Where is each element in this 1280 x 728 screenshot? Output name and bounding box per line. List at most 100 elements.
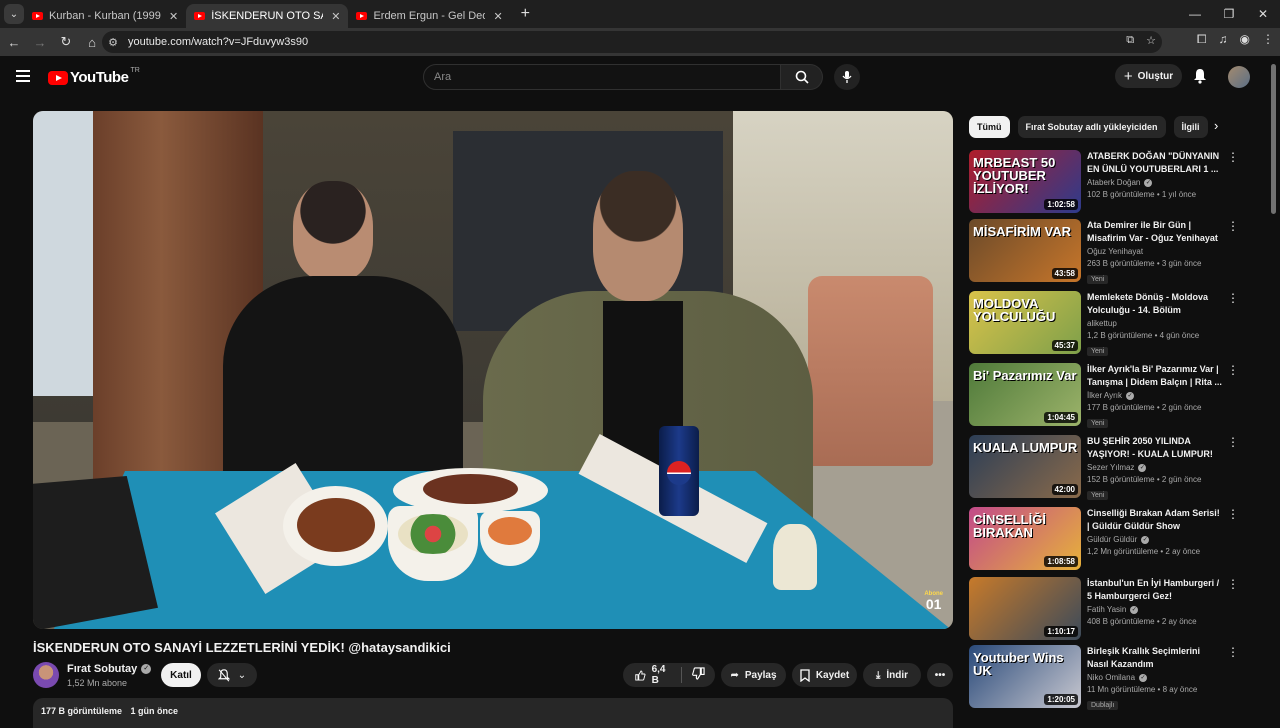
page-scrollbar[interactable] bbox=[1271, 64, 1276, 214]
chip-from-uploader[interactable]: Fırat Sobutay adlı yükleyiciden bbox=[1017, 116, 1166, 138]
like-button[interactable]: 6,4 B bbox=[623, 664, 682, 686]
browser-tab[interactable]: Kurban - Kurban (1999) 05 isteri ✕ bbox=[24, 4, 186, 28]
create-button[interactable]: + Oluştur bbox=[1115, 64, 1182, 88]
media-control-icon[interactable]: ♫ bbox=[1219, 32, 1228, 47]
reload-icon[interactable]: ↻ bbox=[54, 34, 78, 50]
address-bar[interactable]: ⚙ youtube.com/watch?v=JFduvyw3s90 ⧉ ☆ bbox=[102, 31, 1162, 53]
bookmark-icon bbox=[800, 668, 810, 682]
channel-name[interactable]: Fırat Sobutay bbox=[67, 663, 137, 675]
video-thumbnail[interactable]: CİNSELLİĞİ BIRAKAN 1:08:58 bbox=[969, 507, 1081, 570]
video-thumbnail[interactable]: MİSAFİRİM VAR 43:58 bbox=[969, 219, 1081, 282]
recommended-video[interactable]: CİNSELLİĞİ BIRAKAN 1:08:58 Cinselliği Bı… bbox=[969, 507, 1249, 571]
recommended-channel[interactable]: İlker Ayrık bbox=[1087, 391, 1122, 400]
video-player[interactable]: Abone 01 bbox=[33, 111, 953, 629]
recommended-video[interactable]: MOLDOVA YOLCULUĞU 45:37 Memlekete Dönüş … bbox=[969, 291, 1249, 356]
recommended-channel[interactable]: Ataberk Doğan bbox=[1087, 178, 1140, 187]
forward-icon[interactable]: → bbox=[28, 35, 52, 50]
recommended-channel[interactable]: Niko Omilana bbox=[1087, 673, 1135, 682]
close-tab-icon[interactable]: ✕ bbox=[493, 10, 502, 23]
notifications-button[interactable] bbox=[1193, 68, 1207, 89]
channel-avatar[interactable] bbox=[33, 662, 59, 688]
recommended-title[interactable]: Birleşik Krallık Seçimlerini Nasıl Kazan… bbox=[1087, 645, 1223, 671]
recommended-title[interactable]: ATABERK DOĞAN "DÜNYANIN EN ÜNLÜ YOUTUBER… bbox=[1087, 150, 1223, 176]
recommended-video[interactable]: MİSAFİRİM VAR 43:58 Ata Demirer ile Bir … bbox=[969, 219, 1249, 284]
dislike-button[interactable] bbox=[682, 667, 715, 683]
more-vertical-icon[interactable]: ⋮ bbox=[1227, 363, 1239, 377]
plus-icon: + bbox=[1123, 67, 1133, 85]
download-button[interactable]: ⤓ İndir bbox=[863, 663, 921, 687]
recommended-title[interactable]: Ata Demirer ile Bir Gün | Misafirim Var … bbox=[1087, 219, 1223, 245]
cast-icon[interactable]: ⧉ bbox=[1126, 34, 1134, 47]
recommended-video[interactable]: KUALA LUMPUR 42:00 BU ŞEHİR 2050 YILINDA… bbox=[969, 435, 1249, 500]
voice-search-button[interactable] bbox=[834, 64, 860, 90]
recommended-channel[interactable]: Fatih Yasin bbox=[1087, 605, 1126, 614]
video-thumbnail[interactable]: MOLDOVA YOLCULUĞU 45:37 bbox=[969, 291, 1081, 354]
recommended-video[interactable]: 1:10:17 İstanbul'un En İyi Hamburgeri / … bbox=[969, 577, 1249, 641]
save-button[interactable]: Kaydet bbox=[792, 663, 857, 687]
chip-all[interactable]: Tümü bbox=[969, 116, 1010, 138]
recommended-video[interactable]: Youtuber Wins UK 1:20:05 Birleşik Krallı… bbox=[969, 645, 1249, 710]
youtube-play-icon bbox=[48, 70, 68, 85]
close-window-icon[interactable]: ✕ bbox=[1246, 0, 1280, 28]
recommended-channel[interactable]: alikettup bbox=[1087, 319, 1117, 328]
recommended-title[interactable]: Cinselliği Bırakan Adam Serisi! | Güldür… bbox=[1087, 507, 1223, 533]
minimize-icon[interactable]: — bbox=[1178, 0, 1212, 28]
video-thumbnail[interactable]: 1:10:17 bbox=[969, 577, 1081, 640]
join-button[interactable]: Katıl bbox=[161, 663, 201, 687]
restore-icon[interactable]: ❐ bbox=[1212, 0, 1246, 28]
menu-icon[interactable] bbox=[16, 70, 30, 85]
more-vertical-icon[interactable]: ⋮ bbox=[1227, 577, 1239, 591]
video-info: İlker Ayrık'la Bi' Pazarımız Var | Tanış… bbox=[1087, 363, 1223, 430]
more-vertical-icon[interactable]: ⋮ bbox=[1227, 219, 1239, 233]
profile-icon[interactable]: ◉ bbox=[1240, 32, 1250, 47]
recommended-title[interactable]: İlker Ayrık'la Bi' Pazarımız Var | Tanış… bbox=[1087, 363, 1223, 389]
chip-related[interactable]: İlgili bbox=[1173, 116, 1208, 138]
browser-tab[interactable]: Erdem Ergun - Gel Dedim - You... ✕ bbox=[348, 4, 510, 28]
channel-name-row[interactable]: Fırat Sobutay ✓ bbox=[67, 663, 152, 675]
save-label: Kaydet bbox=[815, 669, 850, 681]
channel-watermark[interactable]: Abone 01 bbox=[924, 591, 943, 611]
bookmark-star-icon[interactable]: ☆ bbox=[1146, 34, 1156, 47]
description-box[interactable]: 177 B görüntüleme 1 gün önce bbox=[33, 698, 953, 728]
video-thumbnail[interactable]: MRBEAST 50 YOUTUBER İZLİYOR! 1:02:58 bbox=[969, 150, 1081, 213]
recommended-title[interactable]: Memlekete Dönüş - Moldova Yolculuğu - 14… bbox=[1087, 291, 1223, 317]
recommended-channel[interactable]: Güldür Güldür bbox=[1087, 535, 1137, 544]
youtube-logo[interactable]: YouTube TR bbox=[48, 67, 140, 86]
account-avatar[interactable] bbox=[1228, 66, 1250, 88]
video-info: İstanbul'un En İyi Hamburgeri / 5 Hambur… bbox=[1087, 577, 1223, 626]
recommended-video[interactable]: Bi' Pazarımız Var 1:04:45 İlker Ayrık'la… bbox=[969, 363, 1249, 430]
more-vertical-icon[interactable]: ⋮ bbox=[1227, 291, 1239, 305]
more-vertical-icon[interactable]: ⋮ bbox=[1227, 507, 1239, 521]
recommended-channel[interactable]: Oğuz Yenihayat bbox=[1087, 247, 1143, 256]
share-button[interactable]: ➦ Paylaş bbox=[721, 663, 786, 687]
close-tab-icon[interactable]: ✕ bbox=[331, 10, 340, 23]
more-actions-button[interactable]: ••• bbox=[927, 663, 953, 687]
chevron-right-icon[interactable]: › bbox=[1214, 118, 1218, 133]
more-vertical-icon[interactable]: ⋮ bbox=[1227, 435, 1239, 449]
extensions-icon[interactable]: ⧠ bbox=[1197, 32, 1207, 47]
browser-tab-active[interactable]: İSKENDERUN OTO SANAYİ LEZZETLERİ ✕ bbox=[186, 4, 349, 28]
video-thumbnail[interactable]: KUALA LUMPUR 42:00 bbox=[969, 435, 1081, 498]
search-input[interactable]: Ara bbox=[423, 64, 781, 90]
video-thumbnail[interactable]: Bi' Pazarımız Var 1:04:45 bbox=[969, 363, 1081, 426]
recommended-channel[interactable]: Sezer Yılmaz bbox=[1087, 463, 1134, 472]
back-icon[interactable]: ← bbox=[2, 35, 26, 50]
bell-icon bbox=[1194, 69, 1206, 84]
video-thumbnail[interactable]: Youtuber Wins UK 1:20:05 bbox=[969, 645, 1081, 708]
tab-search-button[interactable]: ⌄ bbox=[4, 4, 24, 24]
recommended-video[interactable]: MRBEAST 50 YOUTUBER İZLİYOR! 1:02:58 ATA… bbox=[969, 150, 1249, 214]
more-vertical-icon[interactable]: ⋮ bbox=[1227, 645, 1239, 659]
recommended-title[interactable]: BU ŞEHİR 2050 YILINDA YAŞIYOR! - KUALA L… bbox=[1087, 435, 1223, 461]
new-tab-icon[interactable]: + bbox=[521, 5, 530, 23]
recommended-title[interactable]: İstanbul'un En İyi Hamburgeri / 5 Hambur… bbox=[1087, 577, 1223, 603]
chrome-menu-icon[interactable]: ⋮ bbox=[1262, 32, 1274, 47]
home-icon[interactable]: ⌂ bbox=[80, 35, 104, 50]
close-tab-icon[interactable]: ✕ bbox=[169, 10, 178, 23]
search-button[interactable] bbox=[781, 64, 823, 90]
mic-icon bbox=[842, 71, 852, 83]
more-vertical-icon[interactable]: ⋮ bbox=[1227, 150, 1239, 164]
upload-date: 1 gün önce bbox=[130, 706, 179, 716]
site-info-icon[interactable]: ⚙ bbox=[102, 36, 124, 49]
duration-badge: 1:08:58 bbox=[1044, 556, 1078, 567]
subscription-bell-button[interactable]: ⌄ bbox=[207, 663, 257, 687]
